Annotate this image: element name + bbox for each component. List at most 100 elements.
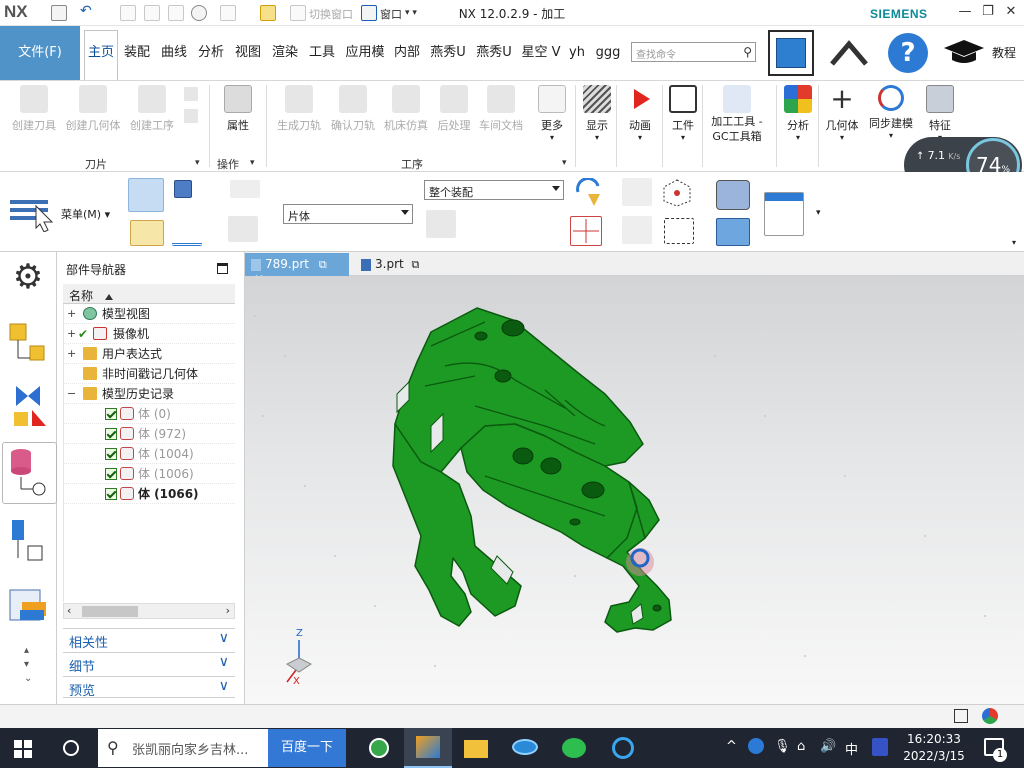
tab-ggg[interactable]: ggg	[593, 26, 623, 80]
workpiece-button[interactable]: 工件 ▾	[668, 85, 698, 142]
scroll-arrows[interactable]: ▴ ▾ ⌄	[24, 644, 32, 686]
full-screen-button[interactable]	[768, 30, 814, 76]
tab-xingkong[interactable]: 星空 V	[519, 26, 563, 80]
panel-details[interactable]: 细节 ∨	[63, 652, 235, 675]
create-tool-button[interactable]: 创建刀具	[10, 85, 58, 133]
file-tab[interactable]: 文件(F)	[0, 26, 80, 80]
ime-mode-icon[interactable]	[872, 738, 888, 756]
dim-icon[interactable]	[228, 216, 258, 242]
window-layout-icon[interactable]	[764, 192, 804, 236]
reuse-library-icon[interactable]	[6, 582, 50, 630]
cortana-icon[interactable]	[63, 740, 79, 756]
group-dropdown[interactable]: ▾	[195, 158, 200, 168]
visibility-checkbox[interactable]	[105, 428, 117, 440]
animation-button[interactable]: 动画 ▾	[624, 85, 656, 142]
tree-item-model-history[interactable]: − 模型历史记录	[63, 384, 235, 404]
machine-simulation-button[interactable]: 机床仿真	[381, 85, 431, 133]
tab-789-prt[interactable]: 789.prt ⧉ ✕	[245, 253, 349, 286]
tutorial-label[interactable]: 教程	[992, 44, 1016, 61]
snap-icon[interactable]	[130, 220, 164, 246]
assembly-scope-select[interactable]: 整个装配	[424, 180, 564, 200]
panel-dependencies[interactable]: 相关性 ∨	[63, 628, 235, 651]
feature-button[interactable]: 特征▾	[922, 85, 958, 142]
operation-navigator-icon[interactable]	[6, 516, 50, 564]
volume-icon[interactable]: 🔊	[820, 739, 836, 754]
cube-icon[interactable]	[174, 180, 192, 198]
rectangle-select-icon[interactable]	[664, 218, 694, 244]
toolbar-dropdown[interactable]: ▾	[816, 208, 821, 218]
tree-item-body[interactable]: 体 (1006)	[63, 464, 235, 484]
selection-filter-icon[interactable]	[128, 178, 164, 212]
scrollbar-thumb[interactable]	[82, 606, 138, 617]
visibility-checkbox[interactable]	[105, 468, 117, 480]
wireframe-cube-icon[interactable]	[662, 178, 692, 208]
analysis-button[interactable]: 分析 ▾	[782, 85, 814, 142]
tree-item-body[interactable]: 体 (0)	[63, 404, 235, 424]
collapse-ribbon-button[interactable]	[828, 34, 870, 74]
panel-preview[interactable]: 预览 ∨	[63, 676, 235, 699]
fullscreen-toggle-icon[interactable]	[954, 709, 968, 723]
constraint-navigator-icon[interactable]	[6, 382, 50, 430]
geometry-button[interactable]: + 几何体 ▾	[822, 85, 862, 143]
expand-icon[interactable]: +	[67, 344, 76, 364]
search-icon[interactable]: ⚲	[743, 45, 752, 59]
small-tool-icon[interactable]	[184, 109, 198, 123]
command-search-input[interactable]: 查找命令 ⚲	[631, 42, 756, 62]
create-operation-button[interactable]: 创建工序	[126, 85, 178, 133]
tab-application[interactable]: 应用模	[343, 26, 387, 80]
column-header-name[interactable]: 名称	[63, 284, 235, 304]
expand-icon[interactable]: +	[67, 304, 76, 324]
tree-item-cameras[interactable]: + ✔ 摄像机	[63, 324, 235, 344]
tutorial-icon[interactable]	[940, 38, 988, 68]
tree-item-body[interactable]: 体 (1066)	[63, 484, 235, 504]
tab-yh[interactable]: yh	[566, 26, 588, 80]
tab-yanxiu-2[interactable]: 燕秀U	[473, 26, 515, 80]
tab-yanxiu-1[interactable]: 燕秀U	[427, 26, 469, 80]
snap-point-icon[interactable]	[570, 216, 602, 246]
verify-toolpath-button[interactable]: 确认刀轨	[328, 85, 378, 133]
expand-icon[interactable]: +	[67, 324, 76, 344]
properties-button[interactable]: 属性	[218, 85, 258, 133]
visibility-checkbox[interactable]	[105, 488, 117, 500]
tree-item-non-timestamp-geometry[interactable]: 非时间戳记几何体	[63, 364, 235, 384]
tree-item-body[interactable]: 体 (1004)	[63, 444, 235, 464]
view-triad[interactable]: Z X	[279, 628, 323, 692]
tree-item-body[interactable]: 体 (972)	[63, 424, 235, 444]
filter-arrow-icon[interactable]	[574, 177, 604, 208]
layer-icon[interactable]	[172, 220, 202, 246]
postprocess-button[interactable]: 后处理	[434, 85, 474, 133]
horizontal-scrollbar[interactable]: ‹ ›	[63, 603, 235, 619]
tab-view[interactable]: 视图	[232, 26, 264, 80]
scroll-right-icon[interactable]: ›	[226, 604, 230, 617]
part-navigator-icon[interactable]	[2, 442, 57, 504]
collapse-icon[interactable]: −	[67, 384, 76, 404]
dim-icon[interactable]	[426, 210, 456, 238]
more-button[interactable]: 更多 ▾	[536, 85, 568, 142]
small-tool-icon[interactable]	[184, 87, 198, 101]
shop-doc-button[interactable]: 车间文档	[476, 85, 526, 133]
visibility-checkbox[interactable]	[105, 408, 117, 420]
machining-toolbox-button[interactable]: 加工工具 - GC工具箱	[706, 85, 768, 144]
tab-assembly[interactable]: 装配	[121, 26, 153, 80]
tab-tools[interactable]: 工具	[306, 26, 338, 80]
windows-start-icon[interactable]	[14, 740, 32, 758]
status-app-icon[interactable]	[982, 708, 998, 724]
generate-toolpath-button[interactable]: 生成刀轨	[274, 85, 324, 133]
assembly-navigator-icon[interactable]	[6, 318, 50, 366]
minimize-button[interactable]: —	[955, 4, 975, 22]
tab-internal[interactable]: 内部	[391, 26, 423, 80]
ime-indicator[interactable]: 中	[845, 739, 858, 758]
tree-item-model-views[interactable]: + 模型视图	[63, 304, 235, 324]
maximize-icon[interactable]	[217, 263, 228, 274]
tray-expand-icon[interactable]: ^	[726, 739, 737, 754]
3d-scene[interactable]: Z X	[245, 276, 1024, 704]
create-geometry-button[interactable]: 创建几何体	[64, 85, 122, 133]
dim-icon[interactable]	[230, 180, 260, 198]
sync-modeling-button[interactable]: 同步建模 ▾	[866, 85, 916, 140]
taskbar-app-360-browser[interactable]	[355, 728, 403, 768]
taskbar-app-explorer[interactable]	[452, 728, 500, 768]
tab-3-prt[interactable]: 3.prt ⧉	[355, 253, 435, 276]
taskbar-app-wechat[interactable]	[550, 728, 598, 768]
taskbar-clock[interactable]: 16:20:33 2022/3/15	[892, 731, 976, 765]
box-icon[interactable]	[716, 218, 750, 246]
